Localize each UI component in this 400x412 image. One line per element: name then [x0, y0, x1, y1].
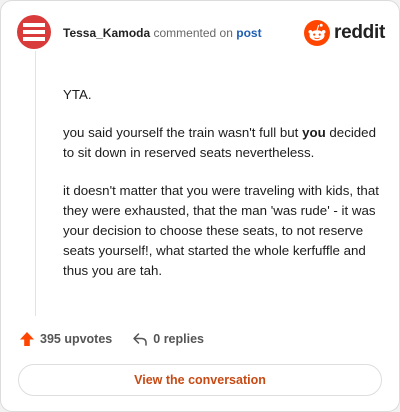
view-conversation-button[interactable]: View the conversation	[18, 364, 382, 396]
user-avatar[interactable]	[17, 15, 51, 49]
username[interactable]: Tessa_Kamoda	[63, 26, 150, 40]
avatar-stripe	[23, 23, 45, 27]
reply-arrow-icon	[133, 333, 148, 346]
avatar-stripe	[23, 37, 45, 41]
comment-emphasis: you	[302, 125, 326, 140]
reddit-snoo-icon	[304, 20, 331, 46]
comment-header: Tessa_Kamoda commented on post	[63, 26, 262, 40]
comment-paragraph: YTA.	[63, 87, 92, 102]
upvote-count: 395 upvotes	[40, 332, 113, 346]
comment-card: Tessa_Kamoda commented on post reddit YT…	[0, 0, 400, 412]
action-text: commented on	[153, 26, 233, 40]
reply-count: 0 replies	[153, 332, 204, 346]
comment-paragraph: you said yourself the train wasn't full …	[63, 123, 383, 163]
upvote-button[interactable]: 395 upvotes	[19, 331, 112, 347]
reply-button[interactable]: 0 replies	[132, 331, 204, 347]
brand-wordmark: reddit	[334, 22, 385, 43]
reddit-logo[interactable]: reddit	[304, 20, 385, 46]
comment-paragraph: it doesn't matter that you were travelin…	[63, 183, 379, 278]
upvote-arrow-icon	[20, 332, 34, 346]
post-link[interactable]: post	[236, 26, 261, 40]
comment-actions: 395 upvotes 0 replies	[19, 331, 204, 347]
thread-line	[35, 51, 36, 316]
comment-text: you said yourself the train wasn't full …	[63, 125, 303, 140]
avatar-stripe	[23, 30, 45, 34]
comment-body: YTA. you said yourself the train wasn't …	[63, 85, 383, 299]
